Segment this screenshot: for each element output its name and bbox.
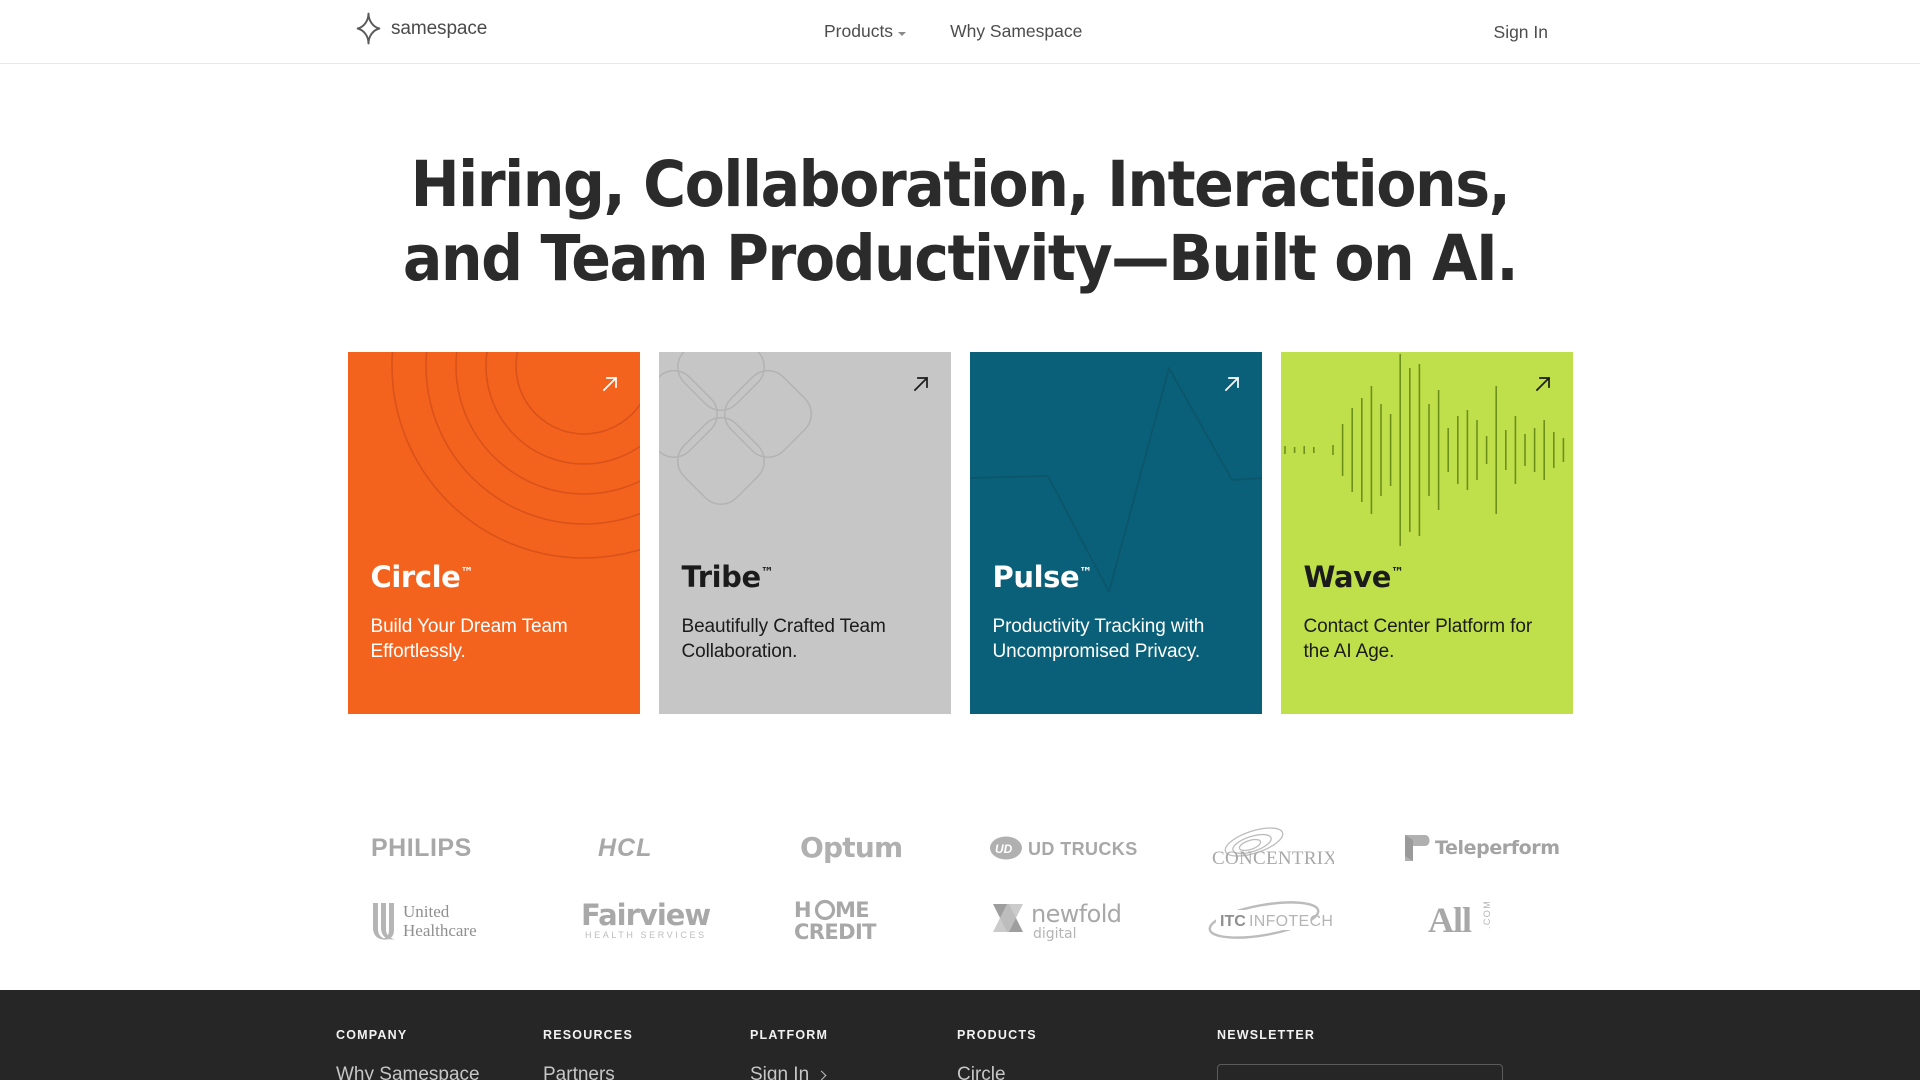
- product-card-grid: Circle™ Build Your Dream Team Effortless…: [0, 352, 1920, 715]
- arrow-up-right-icon: [913, 377, 928, 392]
- client-logo-home-credit: H ME CREDIT: [752, 892, 960, 948]
- footer-column-company: COMPANY Why Samespace Careers JOIN US: [336, 1028, 543, 1080]
- svg-text:ME: ME: [835, 898, 869, 922]
- svg-text:Optum: Optum: [800, 833, 902, 863]
- product-card-title: Circle™: [370, 559, 474, 594]
- footer-column-heading: COMPANY: [336, 1028, 408, 1043]
- svg-text:UD TRUCKS: UD TRUCKS: [1028, 839, 1138, 859]
- svg-text:United: United: [403, 902, 450, 921]
- client-logo-hcl: HCL: [544, 820, 752, 876]
- client-logo-all-com: All .COM: [1376, 892, 1584, 948]
- product-card-title: Tribe™: [681, 559, 774, 594]
- client-logo-united-healthcare: United Healthcare: [336, 892, 544, 948]
- site-header: samespace Products Why Samespace Sign In: [0, 0, 1920, 64]
- newsletter-heading: NEWSLETTER: [1217, 1028, 1316, 1043]
- svg-text:newfold: newfold: [1031, 900, 1121, 928]
- footer-link-partners[interactable]: Partners: [543, 1064, 750, 1080]
- newsletter-form: [1217, 1064, 1503, 1080]
- product-card-tribe[interactable]: Tribe™ Beautifully Crafted Team Collabor…: [658, 352, 951, 715]
- nav-item-why-samespace-label: Why Samespace: [950, 21, 1083, 42]
- client-logo-concentrix: CONCENTRIX: [1168, 820, 1376, 876]
- footer-link-circle[interactable]: Circle: [957, 1064, 1217, 1080]
- product-card-title: Wave™: [1303, 559, 1405, 594]
- client-logo-row-2: United Healthcare Fairview HEALTH SERVIC…: [336, 884, 1584, 956]
- nav-item-products[interactable]: Products: [824, 21, 907, 42]
- trademark-symbol: ™: [1391, 565, 1404, 581]
- svg-text:.COM: .COM: [1482, 900, 1492, 929]
- footer-column-newsletter: NEWSLETTER: [1217, 1028, 1584, 1080]
- arrow-up-right-icon: [1224, 377, 1239, 392]
- footer-link-why-samespace[interactable]: Why Samespace: [336, 1064, 543, 1080]
- svg-text:Healthcare: Healthcare: [403, 921, 477, 940]
- product-card-description: Beautifully Crafted Team Collaboration.: [681, 615, 886, 663]
- footer-link-label: Sign In: [750, 1064, 810, 1080]
- footer-column-resources: RESOURCES Partners Blogs: [543, 1028, 750, 1080]
- product-card-circle[interactable]: Circle™ Build Your Dream Team Effortless…: [347, 352, 640, 715]
- footer-column-products: PRODUCTS Circle Tribe: [957, 1028, 1217, 1080]
- svg-text:PHILIPS: PHILIPS: [371, 835, 472, 861]
- footer-link-label: Circle: [957, 1064, 1006, 1080]
- nav-item-why-samespace[interactable]: Why Samespace: [950, 23, 1082, 41]
- page-title: Hiring, Collaboration, Interactions, and…: [402, 148, 1519, 295]
- footer-column-platform: PLATFORM Sign In Origon AI: [750, 1028, 957, 1080]
- arrow-up-right-icon: [1535, 377, 1550, 392]
- arrow-up-right-icon: [602, 377, 617, 392]
- footer-link-sign-in[interactable]: Sign In: [750, 1064, 957, 1080]
- product-card-description: Productivity Tracking with Uncompromised…: [992, 615, 1205, 663]
- svg-text:UD: UD: [995, 842, 1013, 856]
- svg-text:Teleperformance: Teleperformance: [1435, 837, 1559, 859]
- nav-item-products-label: Products: [824, 21, 894, 42]
- svg-text:CREDIT: CREDIT: [794, 920, 877, 943]
- footer-link-label: Partners: [543, 1064, 615, 1080]
- footer-link-label: Why Samespace: [336, 1064, 480, 1080]
- product-card-description: Contact Center Platform for the AI Age.: [1303, 615, 1533, 663]
- client-logo-teleperformance: Teleperformance: [1376, 820, 1584, 876]
- client-logo-optum: Optum: [752, 820, 960, 876]
- chevron-down-icon: [898, 32, 907, 36]
- header-actions: Sign In: [1494, 0, 1548, 64]
- svg-text:HEALTH SERVICES: HEALTH SERVICES: [585, 930, 707, 940]
- client-logo-newfold-digital: newfold digital: [960, 892, 1168, 948]
- svg-text:Fairview: Fairview: [581, 899, 710, 932]
- product-card-description: Build Your Dream Team Effortlessly.: [370, 615, 568, 663]
- svg-text:HCL: HCL: [598, 835, 652, 861]
- trademark-symbol: ™: [1079, 565, 1093, 581]
- svg-text:ITC: ITC: [1220, 913, 1246, 930]
- product-card-wave[interactable]: Wave™ Contact Center Platform for the AI…: [1280, 352, 1573, 715]
- brand-logo-link[interactable]: samespace: [355, 12, 487, 45]
- trademark-symbol: ™: [760, 565, 774, 581]
- client-logo-ud-trucks: UD UD TRUCKS: [960, 820, 1168, 876]
- client-logo-row-1: PHILIPS HCL Optum UD UD TRUCKS CONCENTRI…: [336, 812, 1584, 884]
- hero-section: Hiring, Collaboration, Interactions, and…: [0, 64, 1920, 295]
- client-logo-fairview: Fairview HEALTH SERVICES: [544, 892, 752, 948]
- site-footer: COMPANY Why Samespace Careers JOIN US RE…: [0, 990, 1920, 1080]
- diamond-star-icon: [355, 12, 382, 45]
- footer-column-heading: RESOURCES: [543, 1028, 633, 1043]
- client-logo-philips: PHILIPS: [336, 820, 544, 876]
- svg-text:INFOTECH: INFOTECH: [1249, 913, 1333, 930]
- brand-name: samespace: [391, 18, 488, 39]
- signin-link[interactable]: Sign In: [1494, 22, 1548, 43]
- svg-text:digital: digital: [1033, 926, 1077, 942]
- client-logo-itc-infotech: ITC INFOTECH: [1168, 892, 1376, 948]
- trademark-symbol: ™: [460, 565, 474, 581]
- footer-column-heading: PRODUCTS: [957, 1028, 1037, 1043]
- svg-text:H: H: [794, 898, 811, 922]
- footer-column-heading: PLATFORM: [750, 1028, 829, 1043]
- svg-text:CONCENTRIX: CONCENTRIX: [1212, 848, 1334, 869]
- primary-nav: Products Why Samespace: [824, 0, 1082, 64]
- client-logo-wall: PHILIPS HCL Optum UD UD TRUCKS CONCENTRI…: [336, 812, 1584, 956]
- product-card-pulse[interactable]: Pulse™ Productivity Tracking with Uncomp…: [969, 352, 1262, 715]
- product-card-title: Pulse™: [992, 559, 1093, 594]
- svg-text:All: All: [1428, 900, 1472, 940]
- chevron-right-icon: [816, 1070, 827, 1080]
